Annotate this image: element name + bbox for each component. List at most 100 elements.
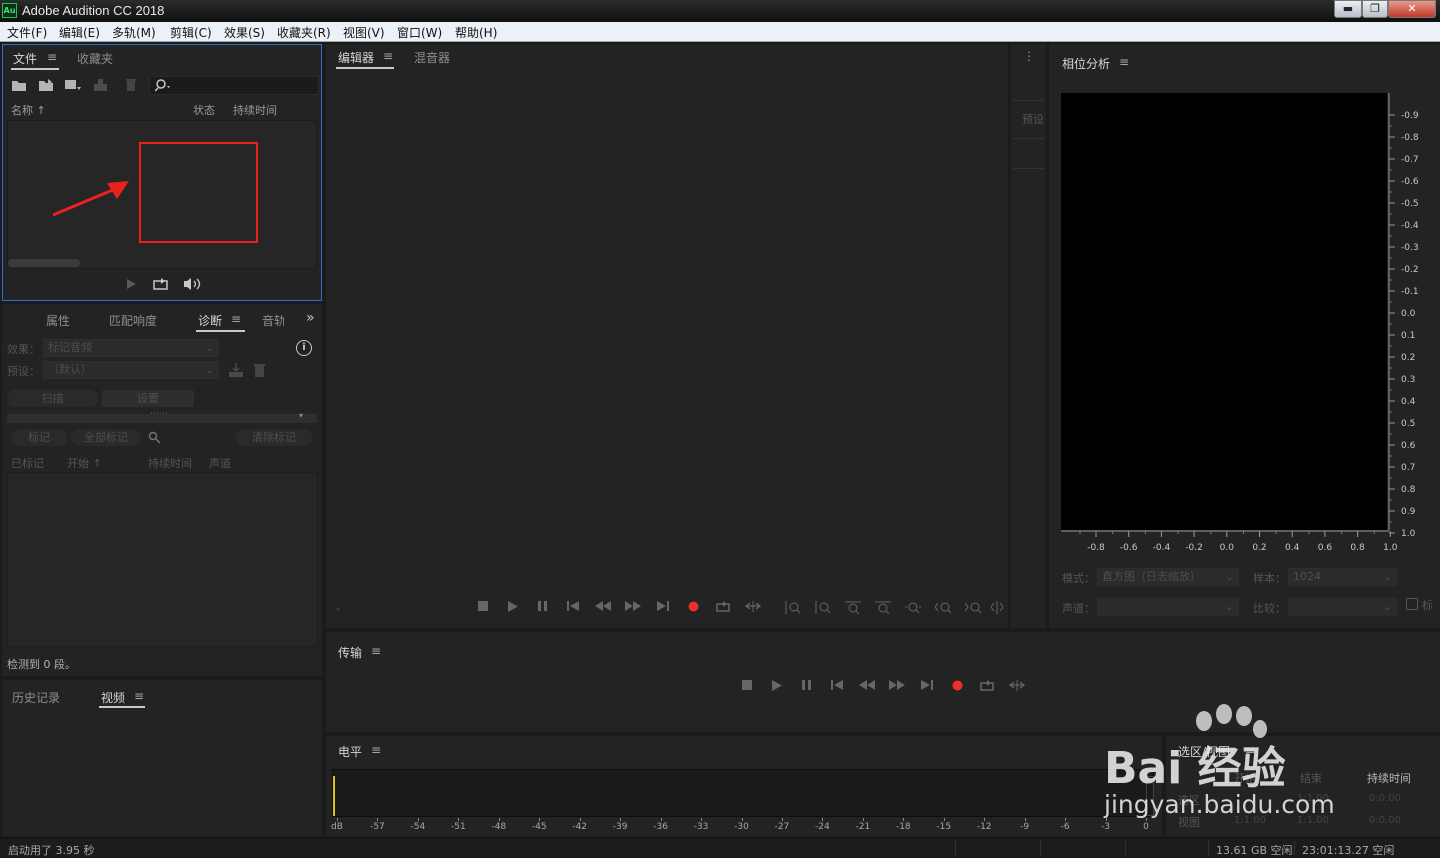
column-duration[interactable]: 持续时间 [148,455,192,471]
record-icon[interactable] [684,601,702,612]
view-duration[interactable]: 0:0.00 [1369,815,1401,826]
rewind-icon[interactable] [594,601,612,611]
play-icon[interactable] [768,680,786,691]
selection-duration[interactable]: 0:0.00 [1369,793,1401,804]
tab-files[interactable]: 文件 [13,50,37,67]
new-file-icon[interactable] [64,78,82,92]
zoom-in-left-icon[interactable] [934,601,952,614]
record-icon[interactable] [948,680,966,691]
tab-match-loudness[interactable]: 匹配响度 [109,312,157,329]
panel-menu-icon[interactable]: ≡ [134,689,144,703]
tab-history[interactable]: 历史记录 [12,689,60,706]
loop-icon[interactable] [978,680,996,691]
play-icon[interactable] [504,601,522,612]
tab-properties[interactable]: 属性 [46,312,70,329]
search-icon[interactable] [148,431,162,445]
pause-icon[interactable] [534,601,552,611]
zoom-out-amplitude-icon[interactable] [814,601,832,614]
skip-selection-icon[interactable] [744,601,762,612]
menu-window[interactable]: 窗口(W) [397,24,442,41]
tab-editor[interactable]: 编辑器 [338,49,374,66]
info-icon[interactable]: i [296,340,312,356]
panel-menu-icon[interactable]: ≡ [1245,743,1255,757]
column-start[interactable]: 开始 ↑ [67,455,102,471]
settings-button[interactable]: 设置 [102,390,194,407]
panel-menu-icon[interactable]: ≡ [371,644,381,658]
effect-select[interactable]: 标记音频 ⌄ [43,339,219,357]
compare-select[interactable]: ⌄ [1288,598,1397,616]
menu-help[interactable]: 帮助(H) [455,24,497,41]
horizontal-scrollbar[interactable] [8,259,80,267]
panel-menu-icon[interactable]: ≡ [383,49,393,63]
zoom-in-time-icon[interactable] [844,601,862,614]
view-end[interactable]: 1:1.00 [1297,815,1329,826]
marker-list[interactable] [7,472,318,647]
loop-icon[interactable] [714,601,732,612]
bottom-axis-label: -0.8 [1087,543,1105,553]
skip-start-icon[interactable] [828,680,846,690]
more-vertical-icon[interactable]: ⋮ [1023,49,1035,63]
column-duration[interactable]: 持续时间 [233,102,277,118]
mark-button[interactable]: 标记 [11,429,67,446]
checkbox[interactable] [1406,598,1418,610]
autoplay-volume-icon[interactable] [181,277,203,291]
view-start[interactable]: 1:1.00 [1234,815,1266,826]
clear-marks-button[interactable]: 清除标记 [236,429,312,446]
menu-favorites[interactable]: 收藏夹(R) [277,24,331,41]
scan-button[interactable]: 扫描 [7,390,98,407]
zoom-out-full-icon[interactable] [904,601,922,614]
rewind-icon[interactable] [858,680,876,690]
column-channel[interactable]: 声道 [209,455,231,471]
tab-favorites[interactable]: 收藏夹 [77,50,113,67]
skip-start-icon[interactable] [564,601,582,611]
fast-forward-icon[interactable] [888,680,906,690]
tab-diagnostics[interactable]: 诊断 [198,312,222,329]
menu-multitrack[interactable]: 多轨(M) [112,24,156,41]
menu-file[interactable]: 文件(F) [7,24,47,41]
channel-select[interactable]: ⌄ [1097,598,1239,616]
preset-select[interactable]: （默认） ⌄ [43,361,219,379]
import-file-icon[interactable] [38,78,56,92]
minimize-button[interactable]: ▬ [1334,0,1362,18]
column-marked[interactable]: 已标记 [11,455,44,471]
more-tabs-icon[interactable]: » [306,310,315,326]
play-preview-icon[interactable] [125,278,137,290]
panel-menu-icon[interactable]: ≡ [231,312,241,326]
menu-view[interactable]: 视图(V) [343,24,385,41]
mark-all-button[interactable]: 全部标记 [71,429,141,446]
zoom-out-time-icon[interactable] [874,601,892,614]
search-input[interactable] [149,76,319,95]
panel-divider-handle[interactable]: ⋯⋯ ▾ [7,409,317,423]
menu-edit[interactable]: 编辑(E) [59,24,100,41]
right-axis-label: -0.3 [1401,243,1419,253]
open-folder-icon[interactable] [11,78,27,92]
fast-forward-icon[interactable] [624,601,642,611]
pause-icon[interactable] [798,680,816,690]
bottom-axis-label: 0.8 [1350,543,1365,553]
tab-tracks[interactable]: 音轨 [262,312,284,329]
stop-icon[interactable] [738,680,756,690]
menu-clip[interactable]: 剪辑(C) [170,24,212,41]
loop-preview-icon[interactable] [153,277,169,291]
zoom-in-amplitude-icon[interactable] [784,601,802,614]
window-title: Adobe Audition CC 2018 [22,3,165,18]
presets-label[interactable]: 预设 [1022,111,1044,127]
column-name[interactable]: 名称 ↑ [11,102,46,118]
zoom-selection-icon[interactable] [990,601,1004,614]
skip-selection-icon[interactable] [1008,680,1026,691]
close-button[interactable]: ✕ [1388,0,1436,18]
panel-menu-icon[interactable]: ≡ [371,743,381,757]
mode-select[interactable]: 直方图（日志缩放） ⌄ [1097,568,1239,586]
maximize-button[interactable]: ❐ [1362,0,1388,18]
samples-select[interactable]: 1024 ⌄ [1288,568,1397,586]
column-status[interactable]: 状态 [193,102,215,118]
zoom-in-right-icon[interactable] [964,601,982,614]
tab-video[interactable]: 视频 [101,689,125,706]
skip-end-icon[interactable] [654,601,672,611]
stop-icon[interactable] [474,601,492,611]
menu-effects[interactable]: 效果(S) [224,24,265,41]
tab-mixer[interactable]: 混音器 [414,49,450,66]
skip-end-icon[interactable] [918,680,936,690]
selection-end[interactable]: 1:1.00 [1297,793,1329,804]
panel-menu-icon[interactable]: ≡ [47,50,57,64]
